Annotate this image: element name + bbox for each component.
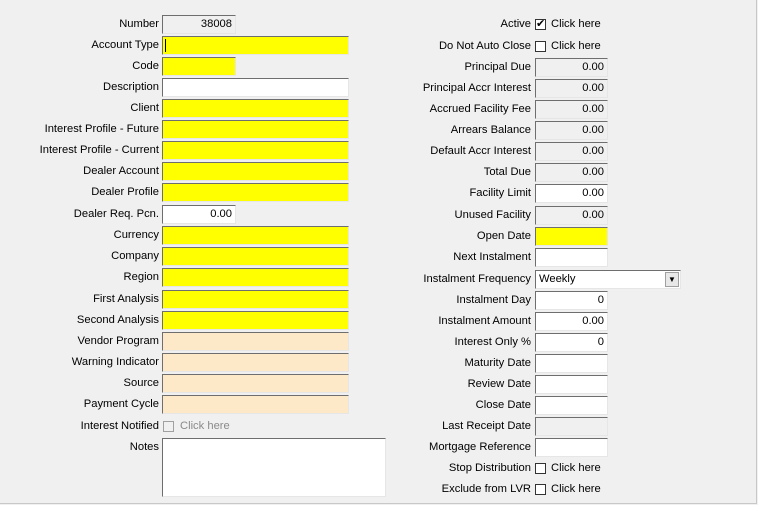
label-interest-only-pct: Interest Only % (454, 336, 531, 348)
label-warning-indicator: Warning Indicator (71, 356, 159, 368)
exclude-from-lvr-click-here[interactable]: Click here (551, 480, 601, 499)
label-review-date: Review Date (467, 378, 531, 390)
warning-indicator-field[interactable] (162, 353, 349, 372)
dealer-account-field[interactable] (162, 162, 349, 181)
label-next-instalment: Next Instalment (453, 251, 531, 263)
label-account-type: Account Type (91, 39, 159, 51)
label-stop-distribution: Stop Distribution (448, 462, 531, 474)
facility-limit-field[interactable]: 0.00 (535, 184, 608, 203)
label-vendor-program: Vendor Program (77, 335, 159, 347)
label-principal-accr-interest: Principal Accr Interest (422, 82, 531, 94)
label-mortgage-reference: Mortgage Reference (429, 441, 531, 453)
total-due-field[interactable]: 0.00 (535, 163, 608, 182)
label-instalment-frequency: Instalment Frequency (423, 273, 531, 285)
mortgage-reference-field[interactable] (535, 438, 608, 457)
currency-field[interactable] (162, 226, 349, 245)
active-checkbox[interactable]: ✔ (535, 19, 546, 30)
accrued-facility-fee-field[interactable]: 0.00 (535, 100, 608, 119)
label-dealer-profile: Dealer Profile (91, 186, 159, 198)
notes-textarea[interactable] (162, 438, 386, 497)
label-payment-cycle: Payment Cycle (83, 398, 159, 410)
label-interest-notified: Interest Notified (80, 420, 159, 432)
label-company: Company (111, 250, 159, 262)
region-field[interactable] (162, 268, 349, 287)
label-do-not-auto-close: Do Not Auto Close (438, 40, 531, 52)
stop-distribution-checkbox[interactable] (535, 463, 546, 474)
label-default-accr-interest: Default Accr Interest (430, 145, 531, 157)
last-receipt-date-field[interactable] (535, 417, 608, 436)
label-source: Source (123, 377, 159, 389)
principal-due-field[interactable]: 0.00 (535, 58, 608, 77)
code-field[interactable] (162, 57, 236, 76)
interest-profile-current-field[interactable] (162, 141, 349, 160)
open-date-field[interactable] (535, 227, 608, 246)
interest-profile-future-field[interactable] (162, 120, 349, 139)
account-type-field[interactable] (162, 36, 349, 55)
label-currency: Currency (113, 229, 159, 241)
label-interest-profile-future: Interest Profile - Future (44, 123, 159, 135)
second-analysis-field[interactable] (162, 311, 349, 330)
text-cursor (165, 39, 166, 52)
label-first-analysis: First Analysis (93, 293, 159, 305)
active-click-here[interactable]: Click here (551, 15, 601, 34)
label-arrears-balance: Arrears Balance (450, 124, 531, 136)
dealer-req-pcn-field[interactable]: 0.00 (162, 205, 236, 224)
payment-cycle-field[interactable] (162, 395, 349, 414)
interest-notified-checkbox[interactable] (163, 421, 174, 432)
label-instalment-amount: Instalment Amount (438, 315, 531, 327)
default-accr-interest-field[interactable]: 0.00 (535, 142, 608, 161)
instalment-frequency-value: Weekly (539, 273, 576, 285)
close-date-field[interactable] (535, 396, 608, 415)
do-not-auto-close-click-here[interactable]: Click here (551, 37, 601, 56)
label-instalment-day: Instalment Day (456, 294, 531, 306)
instalment-day-field[interactable]: 0 (535, 291, 608, 310)
label-total-due: Total Due (483, 166, 531, 178)
client-field[interactable] (162, 99, 349, 118)
chevron-down-icon[interactable]: ▼ (665, 272, 679, 287)
label-description: Description (103, 81, 159, 93)
stop-distribution-click-here[interactable]: Click here (551, 459, 601, 478)
instalment-amount-field[interactable]: 0.00 (535, 312, 608, 331)
dealer-profile-field[interactable] (162, 183, 349, 202)
exclude-from-lvr-checkbox[interactable] (535, 484, 546, 495)
label-code: Code (132, 60, 159, 72)
label-number: Number (119, 18, 159, 30)
interest-notified-click-here[interactable]: Click here (180, 417, 230, 436)
label-second-analysis: Second Analysis (76, 314, 159, 326)
label-interest-profile-current: Interest Profile - Current (39, 144, 159, 156)
label-active: Active (500, 18, 531, 30)
review-date-field[interactable] (535, 375, 608, 394)
label-close-date: Close Date (475, 399, 531, 411)
description-field[interactable] (162, 78, 349, 97)
number-field[interactable]: 38008 (162, 15, 236, 34)
first-analysis-field[interactable] (162, 290, 349, 309)
label-notes: Notes (129, 441, 159, 453)
maturity-date-field[interactable] (535, 354, 608, 373)
source-field[interactable] (162, 374, 349, 393)
label-maturity-date: Maturity Date (464, 357, 531, 369)
label-facility-limit: Facility Limit (469, 187, 531, 199)
company-field[interactable] (162, 247, 349, 266)
label-principal-due: Principal Due (464, 61, 531, 73)
interest-only-pct-field[interactable]: 0 (535, 333, 608, 352)
vendor-program-field[interactable] (162, 332, 349, 351)
do-not-auto-close-checkbox[interactable] (535, 41, 546, 52)
next-instalment-field[interactable] (535, 248, 608, 267)
label-dealer-req-pcn: Dealer Req. Pcn. (73, 208, 159, 220)
label-region: Region (123, 271, 159, 283)
unused-facility-field[interactable]: 0.00 (535, 206, 608, 225)
label-unused-facility: Unused Facility (454, 209, 531, 221)
label-dealer-account: Dealer Account (83, 165, 159, 177)
label-open-date: Open Date (476, 230, 531, 242)
arrears-balance-field[interactable]: 0.00 (535, 121, 608, 140)
instalment-frequency-select[interactable]: Weekly ▼ (535, 270, 681, 289)
principal-accr-interest-field[interactable]: 0.00 (535, 79, 608, 98)
label-last-receipt-date: Last Receipt Date (442, 420, 531, 432)
label-exclude-from-lvr: Exclude from LVR (441, 483, 531, 495)
label-accrued-facility-fee: Accrued Facility Fee (429, 103, 531, 115)
label-client: Client (130, 102, 159, 114)
